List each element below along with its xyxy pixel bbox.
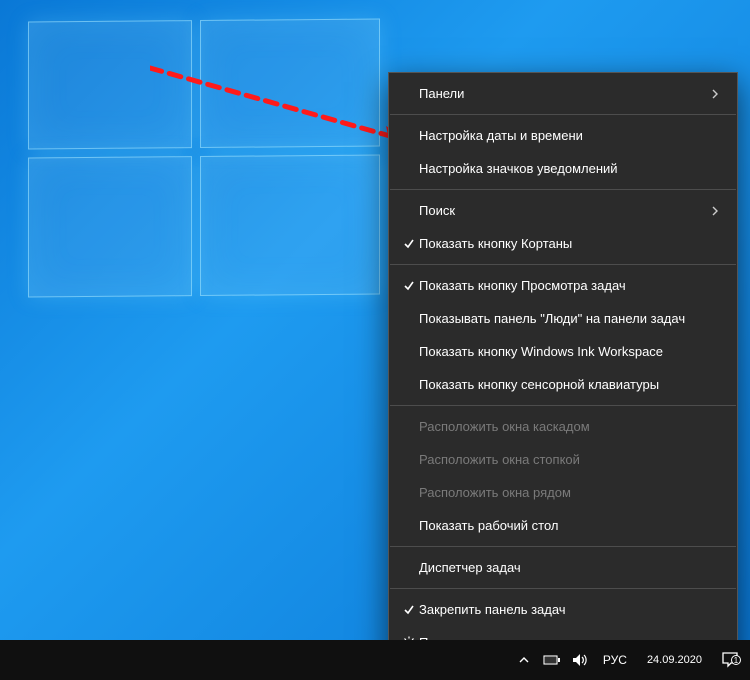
- menu-item[interactable]: Поиск: [389, 194, 737, 227]
- action-center-icon[interactable]: 1: [718, 651, 742, 669]
- volume-icon[interactable]: [571, 653, 589, 667]
- menu-item: Расположить окна каскадом: [389, 410, 737, 443]
- menu-separator: [390, 405, 736, 406]
- check-icon: [399, 280, 419, 292]
- taskbar-date: 24.09.2020: [647, 654, 702, 667]
- menu-item-label: Показать кнопку Просмотра задач: [419, 278, 723, 293]
- taskbar-clock[interactable]: 24.09.2020: [641, 654, 708, 667]
- menu-item[interactable]: Показывать панель "Люди" на панели задач: [389, 302, 737, 335]
- menu-item-label: Настройка значков уведомлений: [419, 161, 723, 176]
- menu-item[interactable]: Настройка значков уведомлений: [389, 152, 737, 185]
- system-tray: РУС 24.09.2020 1: [507, 640, 750, 680]
- windows-logo: [28, 18, 380, 297]
- menu-item[interactable]: Диспетчер задач: [389, 551, 737, 584]
- menu-item[interactable]: Настройка даты и времени: [389, 119, 737, 152]
- battery-icon[interactable]: [543, 654, 561, 666]
- notification-badge: 1: [731, 655, 741, 665]
- menu-separator: [390, 588, 736, 589]
- menu-item-label: Расположить окна каскадом: [419, 419, 723, 434]
- check-icon: [399, 604, 419, 616]
- menu-separator: [390, 189, 736, 190]
- menu-separator: [390, 264, 736, 265]
- chevron-right-icon: [711, 88, 723, 100]
- menu-item: Расположить окна стопкой: [389, 443, 737, 476]
- menu-separator: [390, 546, 736, 547]
- menu-item-label: Показать кнопку Windows Ink Workspace: [419, 344, 723, 359]
- taskbar-context-menu: Панели Настройка даты и времени Настройка …: [388, 72, 738, 664]
- menu-item[interactable]: Закрепить панель задач: [389, 593, 737, 626]
- input-language[interactable]: РУС: [599, 653, 631, 667]
- menu-item[interactable]: Показать кнопку Просмотра задач: [389, 269, 737, 302]
- menu-item-label: Настройка даты и времени: [419, 128, 723, 143]
- menu-item-label: Расположить окна рядом: [419, 485, 723, 500]
- menu-item-label: Показывать панель "Люди" на панели задач: [419, 311, 723, 326]
- check-icon: [399, 238, 419, 250]
- menu-item[interactable]: Показать кнопку сенсорной клавиатуры: [389, 368, 737, 401]
- menu-item[interactable]: Показать кнопку Windows Ink Workspace: [389, 335, 737, 368]
- menu-item-label: Закрепить панель задач: [419, 602, 723, 617]
- chevron-right-icon: [711, 205, 723, 217]
- menu-item[interactable]: Показать кнопку Кортаны: [389, 227, 737, 260]
- menu-item: Расположить окна рядом: [389, 476, 737, 509]
- menu-item-label: Показать кнопку сенсорной клавиатуры: [419, 377, 723, 392]
- menu-item-label: Показать рабочий стол: [419, 518, 723, 533]
- tray-chevron-up-icon[interactable]: [515, 654, 533, 666]
- menu-item-label: Диспетчер задач: [419, 560, 723, 575]
- taskbar[interactable]: РУС 24.09.2020 1: [0, 640, 750, 680]
- menu-item[interactable]: Показать рабочий стол: [389, 509, 737, 542]
- menu-item-label: Поиск: [419, 203, 711, 218]
- menu-separator: [390, 114, 736, 115]
- menu-item[interactable]: Панели: [389, 77, 737, 110]
- menu-item-label: Показать кнопку Кортаны: [419, 236, 723, 251]
- menu-item-label: Панели: [419, 86, 711, 101]
- menu-item-label: Расположить окна стопкой: [419, 452, 723, 467]
